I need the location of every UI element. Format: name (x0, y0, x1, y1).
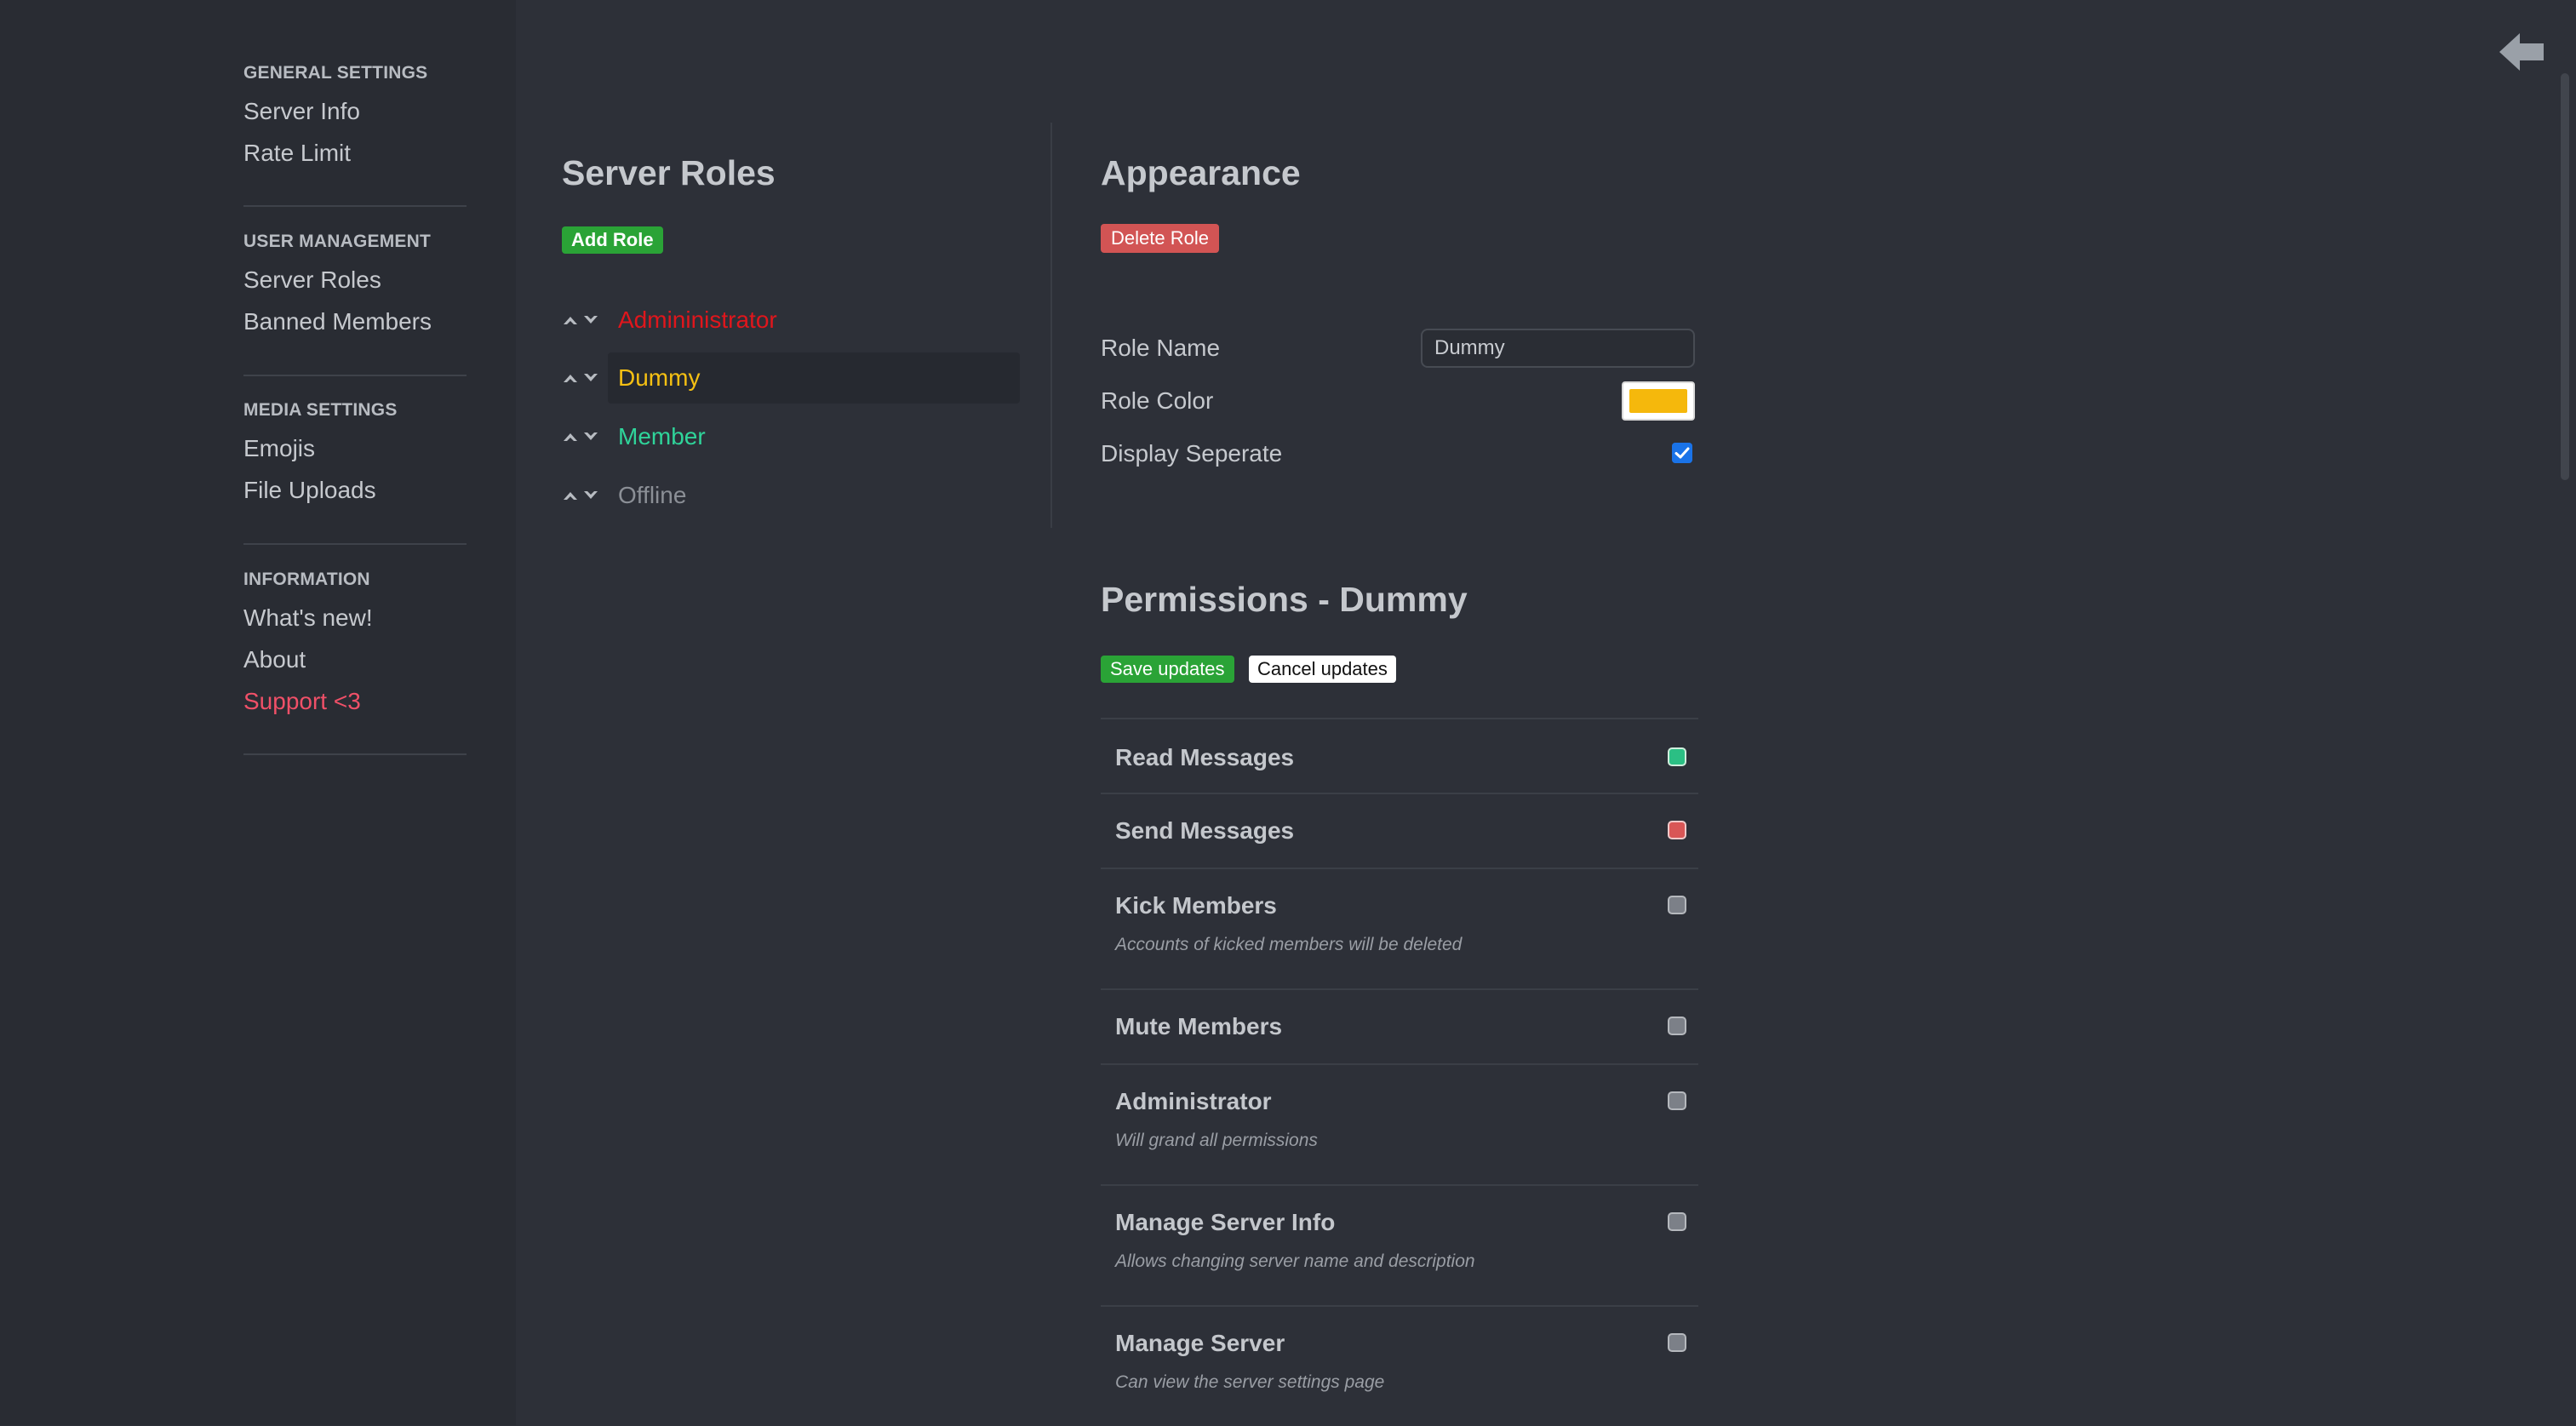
sidebar-item-support[interactable]: Support <3 (243, 680, 467, 722)
permission-title: Kick Members (1115, 892, 1277, 919)
reorder-arrows-icon[interactable] (562, 484, 599, 507)
column-divider (1050, 123, 1052, 528)
add-role-button[interactable]: Add Role (562, 226, 663, 254)
permission-description: Will grand all permissions (1115, 1131, 1318, 1150)
display-separate-label: Display Seperate (1101, 440, 1283, 467)
sidebar-divider (243, 375, 467, 376)
appearance-title: Appearance (1101, 153, 1301, 192)
sidebar-item-file-uploads[interactable]: File Uploads (243, 469, 467, 511)
permission-toggle[interactable] (1668, 821, 1686, 839)
cancel-updates-button[interactable]: Cancel updates (1249, 656, 1396, 683)
settings-sidebar: GENERAL SETTINGS Server Info Rate Limit … (0, 0, 516, 1425)
sidebar-item-server-info[interactable]: Server Info (243, 90, 467, 132)
role-row-selected[interactable]: Dummy (562, 352, 1030, 404)
role-name[interactable]: Admininistrator (608, 295, 1020, 346)
permission-kick-members[interactable]: Kick Members Accounts of kicked members … (1101, 868, 1698, 988)
permission-title: Send Messages (1115, 817, 1295, 844)
permission-manage-server[interactable]: Manage Server Can view the server settin… (1101, 1305, 1698, 1426)
permission-toggle[interactable] (1668, 1333, 1686, 1352)
permission-toggle[interactable] (1668, 1091, 1686, 1110)
role-name[interactable]: Dummy (608, 352, 1020, 404)
sidebar-divider (243, 753, 467, 755)
permission-read-messages[interactable]: Read Messages (1101, 718, 1698, 793)
sidebar-divider (243, 543, 467, 545)
sidebar-section-general: GENERAL SETTINGS Server Info Rate Limit (243, 56, 467, 174)
permission-administrator[interactable]: Administrator Will grand all permissions (1101, 1063, 1698, 1184)
role-color-picker[interactable] (1622, 381, 1695, 421)
role-name[interactable]: Offline (608, 470, 1020, 521)
sidebar-item-about[interactable]: About (243, 639, 467, 680)
permission-title: Read Messages (1115, 744, 1295, 770)
sidebar-header-general: GENERAL SETTINGS (243, 63, 428, 83)
permission-toggle[interactable] (1668, 1017, 1686, 1035)
server-roles-title: Server Roles (562, 153, 776, 192)
permission-manage-server-info[interactable]: Manage Server Info Allows changing serve… (1101, 1184, 1698, 1305)
permission-title: Manage Server (1115, 1330, 1285, 1356)
sidebar-section-media: MEDIA SETTINGS Emojis File Uploads (243, 393, 467, 511)
permission-send-messages[interactable]: Send Messages (1101, 793, 1698, 868)
role-name-label: Role Name (1101, 335, 1221, 361)
role-row[interactable]: Member (562, 411, 1030, 462)
sidebar-section-information: INFORMATION What's new! About Support <3 (243, 563, 467, 722)
permission-toggle[interactable] (1668, 896, 1686, 914)
sidebar-item-server-roles[interactable]: Server Roles (243, 259, 467, 301)
permission-title: Manage Server Info (1115, 1209, 1336, 1235)
permission-description: Accounts of kicked members will be delet… (1115, 935, 1463, 954)
role-name-input[interactable] (1421, 329, 1695, 368)
delete-role-button[interactable]: Delete Role (1101, 224, 1219, 253)
permission-description: Allows changing server name and descript… (1115, 1251, 1475, 1271)
role-row[interactable]: Admininistrator (562, 295, 1030, 346)
sidebar-section-user-management: USER MANAGEMENT Server Roles Banned Memb… (243, 225, 467, 342)
permissions-title: Permissions - Dummy (1101, 580, 1468, 619)
sidebar-item-banned-members[interactable]: Banned Members (243, 301, 467, 342)
role-color-label: Role Color (1101, 387, 1214, 414)
permission-description: Can view the server settings page (1115, 1372, 1385, 1392)
role-row[interactable]: Offline (562, 470, 1030, 521)
sidebar-header-information: INFORMATION (243, 570, 370, 589)
sidebar-item-rate-limit[interactable]: Rate Limit (243, 132, 467, 174)
reorder-arrows-icon[interactable] (562, 367, 599, 389)
back-arrow-icon[interactable] (2498, 31, 2545, 73)
permission-mute-members[interactable]: Mute Members (1101, 988, 1698, 1063)
sidebar-item-whats-new[interactable]: What's new! (243, 597, 467, 639)
reorder-arrows-icon[interactable] (562, 426, 599, 448)
display-separate-checkbox[interactable] (1672, 443, 1692, 463)
role-color-fill (1629, 389, 1687, 413)
permission-toggle[interactable] (1668, 747, 1686, 766)
role-name[interactable]: Member (608, 411, 1020, 462)
sidebar-divider (243, 205, 467, 207)
permission-title: Mute Members (1115, 1013, 1283, 1039)
permission-toggle[interactable] (1668, 1212, 1686, 1231)
scrollbar-thumb[interactable] (2561, 73, 2569, 480)
sidebar-item-emojis[interactable]: Emojis (243, 427, 467, 469)
sidebar-header-media: MEDIA SETTINGS (243, 400, 398, 420)
permissions-list: Read Messages Send Messages Kick Members… (1101, 718, 1698, 1426)
permission-title: Administrator (1115, 1088, 1272, 1114)
save-updates-button[interactable]: Save updates (1101, 656, 1234, 683)
reorder-arrows-icon[interactable] (562, 309, 599, 331)
sidebar-header-user-management: USER MANAGEMENT (243, 232, 432, 251)
